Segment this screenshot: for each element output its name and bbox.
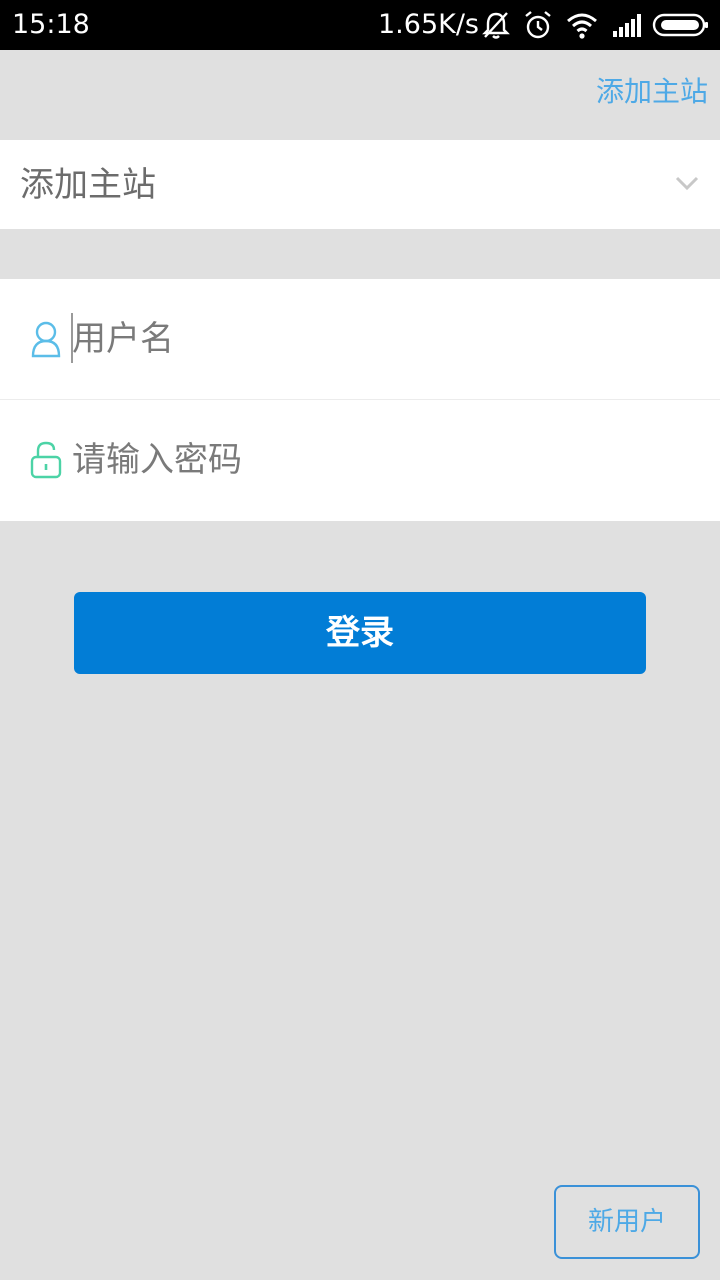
login-button[interactable]: 登录	[74, 592, 646, 674]
site-selector-label: 添加主站	[20, 165, 156, 205]
login-form	[0, 279, 720, 521]
status-bar: 15:18 1.65K/s	[0, 0, 720, 50]
username-input[interactable]	[72, 315, 672, 363]
add-site-link[interactable]: 添加主站	[596, 72, 708, 112]
status-time: 15:18	[12, 9, 90, 40]
site-selector[interactable]: 添加主站	[0, 140, 720, 229]
top-bar: 添加主站	[0, 50, 720, 140]
user-icon	[28, 319, 64, 359]
alarm-icon	[522, 9, 554, 41]
wifi-icon	[565, 9, 599, 41]
mute-vibrate-icon	[480, 9, 512, 41]
network-speed: 1.65K/s	[378, 9, 479, 40]
new-user-button[interactable]: 新用户	[554, 1185, 700, 1259]
username-row	[0, 279, 720, 399]
signal-icon	[611, 9, 643, 41]
battery-icon	[652, 9, 710, 41]
lock-icon	[28, 440, 64, 480]
password-input[interactable]	[72, 436, 672, 484]
password-row	[0, 400, 720, 520]
chevron-down-icon	[674, 170, 700, 200]
